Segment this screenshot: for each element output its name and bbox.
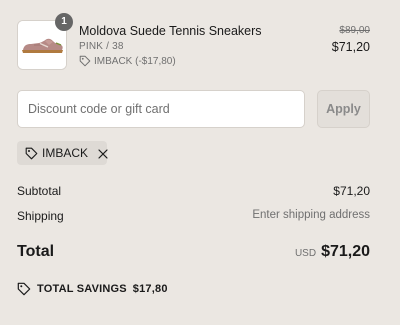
total-currency: USD [294,248,317,259]
product-name: Moldova Suede Tennis Sneakers [79,24,262,38]
total-savings-amount: $17,80 [132,283,168,295]
discounted-price: $71,20 [331,40,370,54]
applied-discount-chip: IMBACK [17,141,109,165]
total-amount: $71,20 [321,243,370,260]
order-summary: 1 Moldova Suede Tennis Sneakers PINK / 3… [17,0,370,325]
total-savings: TOTAL SAVINGS $17,80 [17,282,168,296]
applied-discount-label: IMBACK [42,146,89,160]
shipping-label: Shipping [17,209,64,223]
tag-icon [79,55,91,67]
total-value-group: USD $71,20 [295,243,370,261]
product-discount: IMBACK (-$17,80) [79,55,176,67]
product-thumbnail-wrapper: 1 [17,13,73,70]
original-price: $89,00 [339,25,370,36]
subtotal-value: $71,20 [333,184,370,198]
close-icon[interactable] [97,147,109,159]
product-variant: PINK / 38 [79,41,124,52]
tag-icon [17,282,31,296]
product-discount-label: IMBACK (-$17,80) [94,55,176,67]
discount-code-input[interactable] [17,90,305,128]
total-label: Total [17,243,55,260]
apply-button[interactable]: Apply [317,90,370,128]
line-item: 1 Moldova Suede Tennis Sneakers PINK / 3… [17,13,370,72]
quantity-badge: 1 [55,13,73,31]
subtotal-label: Subtotal [17,184,62,198]
tag-icon [25,147,38,160]
shipping-value: Enter shipping address [252,209,370,221]
total-savings-label: TOTAL SAVINGS [37,283,127,295]
